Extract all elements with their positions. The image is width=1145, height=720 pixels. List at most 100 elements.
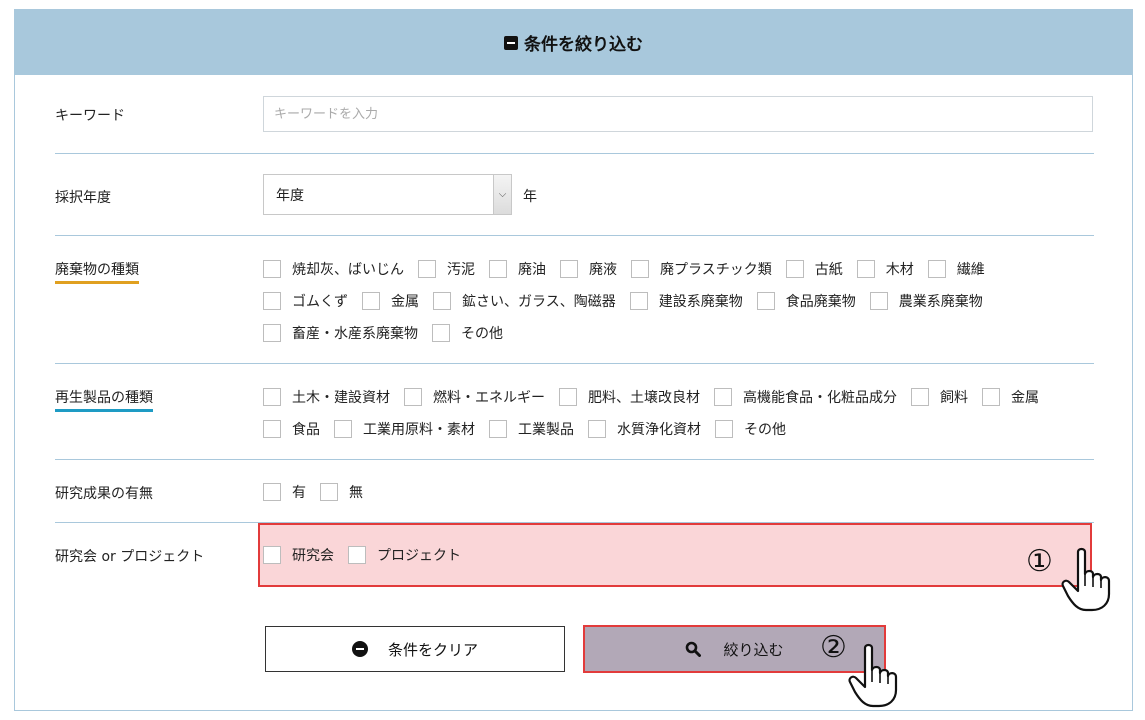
checkbox-label: 飼料: [940, 390, 968, 406]
checkbox-label: ゴムくず: [292, 294, 348, 310]
checkbox-option[interactable]: 畜産・水産系廃棄物: [263, 323, 418, 343]
checkbox-option[interactable]: 肥料、土壌改良材: [559, 387, 700, 407]
checkbox-option[interactable]: 金属: [362, 291, 419, 311]
checkbox-option[interactable]: 焼却灰、ばいじん: [263, 259, 404, 279]
checkbox-label: 高機能食品・化粧品成分: [743, 390, 897, 406]
checkbox[interactable]: [856, 260, 875, 278]
checkbox-row: 土木・建設資材 燃料・エネルギー 肥料、土壌改良材 高機能食品・化粧品成分 飼料 金属: [263, 381, 1098, 413]
checkbox[interactable]: [629, 292, 648, 310]
checkbox[interactable]: [362, 292, 380, 310]
checkbox-option[interactable]: 無: [320, 482, 363, 502]
checkbox-option[interactable]: ゴムくず: [263, 291, 348, 311]
checkbox[interactable]: [559, 388, 577, 406]
checkbox[interactable]: [263, 420, 281, 438]
checkbox[interactable]: [869, 292, 888, 310]
minus-square-icon: [504, 35, 518, 50]
year-select[interactable]: 年度 ⌵: [263, 174, 512, 215]
checkbox-option[interactable]: 水質浄化資材: [588, 419, 701, 439]
checkbox-option[interactable]: 建設系廃棄物: [629, 291, 743, 311]
checkbox[interactable]: [263, 292, 281, 310]
year-select-value: 年度: [276, 187, 304, 204]
checkbox[interactable]: [263, 388, 281, 406]
checkbox[interactable]: [489, 260, 507, 278]
checkbox[interactable]: [560, 260, 578, 278]
checkbox-option[interactable]: 繊維: [927, 259, 985, 279]
checkbox[interactable]: [263, 546, 281, 564]
checkbox[interactable]: [489, 420, 507, 438]
checkbox-option[interactable]: 廃油: [489, 259, 546, 279]
checkbox-option[interactable]: 木材: [856, 259, 914, 279]
checkbox-option[interactable]: 有: [263, 482, 306, 502]
checkbox-label: 無: [349, 485, 363, 501]
checkbox[interactable]: [588, 420, 606, 438]
checkbox-option[interactable]: 飼料: [911, 387, 968, 407]
checkbox[interactable]: [263, 260, 281, 278]
checkbox-option[interactable]: 農業系廃棄物: [869, 291, 983, 311]
divider: [55, 459, 1094, 460]
checkbox-label: 有: [292, 485, 306, 501]
checkbox-option[interactable]: 工業製品: [489, 419, 574, 439]
checkbox[interactable]: [756, 292, 775, 310]
checkbox-option[interactable]: 工業用原料・素材: [334, 419, 475, 439]
search-button-label: 絞り込む: [723, 640, 784, 659]
checkbox[interactable]: [263, 324, 281, 342]
checkbox[interactable]: [785, 260, 804, 278]
checkbox-label: 廃油: [518, 262, 546, 278]
checkbox-option[interactable]: 廃液: [560, 259, 617, 279]
chevron-down-icon[interactable]: ⌵: [493, 175, 511, 214]
checkbox[interactable]: [715, 420, 733, 438]
checkbox[interactable]: [320, 483, 338, 501]
checkbox-label: 肥料、土壌改良材: [588, 390, 700, 406]
year-label: 採択年度: [55, 190, 111, 206]
checkbox[interactable]: [927, 260, 946, 278]
checkbox[interactable]: [911, 388, 929, 406]
filter-header[interactable]: 条件を絞り込む: [15, 10, 1132, 75]
checkbox-option[interactable]: 食品: [263, 419, 320, 439]
checkbox[interactable]: [982, 388, 1000, 406]
checkbox-row: ゴムくず 金属 鉱さい、ガラス、陶磁器 建設系廃棄物 食品廃棄物 農業系廃棄物: [263, 285, 1098, 317]
checkbox-label: 古紙: [814, 262, 843, 278]
results-label: 研究成果の有無: [55, 486, 153, 502]
checkbox[interactable]: [432, 324, 450, 342]
keyword-input[interactable]: [263, 96, 1093, 132]
checkbox-option[interactable]: 古紙: [785, 259, 843, 279]
checkbox-option[interactable]: その他: [715, 419, 786, 439]
checkbox-label: プロジェクト: [377, 548, 461, 564]
search-icon: [686, 641, 702, 657]
checkbox-label: 廃プラスチック類: [660, 262, 772, 278]
checkbox[interactable]: [714, 388, 732, 406]
checkbox-label: 焼却灰、ばいじん: [292, 262, 404, 278]
checkbox-option[interactable]: 鉱さい、ガラス、陶磁器: [433, 291, 616, 311]
checkbox-option[interactable]: 研究会: [263, 545, 334, 565]
checkbox-label: 金属: [1011, 390, 1039, 406]
recycled-types-label: 再生製品の種類: [55, 387, 153, 412]
checkbox[interactable]: [348, 546, 366, 564]
year-unit: 年: [523, 189, 537, 205]
checkbox[interactable]: [334, 420, 352, 438]
checkbox[interactable]: [433, 292, 451, 310]
checkbox-option[interactable]: 金属: [982, 387, 1039, 407]
filter-header-title: 条件を絞り込む: [524, 35, 643, 55]
checkbox-label: 水質浄化資材: [617, 422, 701, 438]
checkbox-option[interactable]: 土木・建設資材: [263, 387, 390, 407]
checkbox-option[interactable]: その他: [432, 323, 503, 343]
checkbox-option[interactable]: 廃プラスチック類: [631, 259, 772, 279]
checkbox-label: 研究会: [292, 548, 334, 564]
checkbox-row: 研究会 プロジェクト: [263, 539, 1098, 571]
checkbox-label: 土木・建設資材: [292, 390, 390, 406]
checkbox-option[interactable]: プロジェクト: [348, 545, 461, 565]
checkbox-label: 燃料・エネルギー: [433, 390, 545, 406]
waste-types-label: 廃棄物の種類: [55, 259, 139, 284]
checkbox-option[interactable]: 燃料・エネルギー: [404, 387, 545, 407]
checkbox[interactable]: [631, 260, 649, 278]
clear-button[interactable]: 条件をクリア: [265, 626, 565, 672]
checkbox-option[interactable]: 汚泥: [418, 259, 475, 279]
pointer-hand-icon: [848, 643, 898, 708]
waste-types-options: 焼却灰、ばいじん 汚泥 廃油 廃液 廃プラスチック類 古紙 木材 繊維ゴムくず 金属 鉱さい、ガラ…: [263, 253, 1098, 349]
checkbox-option[interactable]: 高機能食品・化粧品成分: [714, 387, 897, 407]
checkbox[interactable]: [404, 388, 422, 406]
checkbox[interactable]: [418, 260, 436, 278]
checkbox[interactable]: [263, 483, 281, 501]
checkbox-option[interactable]: 食品廃棄物: [756, 291, 856, 311]
checkbox-label: 廃液: [589, 262, 617, 278]
